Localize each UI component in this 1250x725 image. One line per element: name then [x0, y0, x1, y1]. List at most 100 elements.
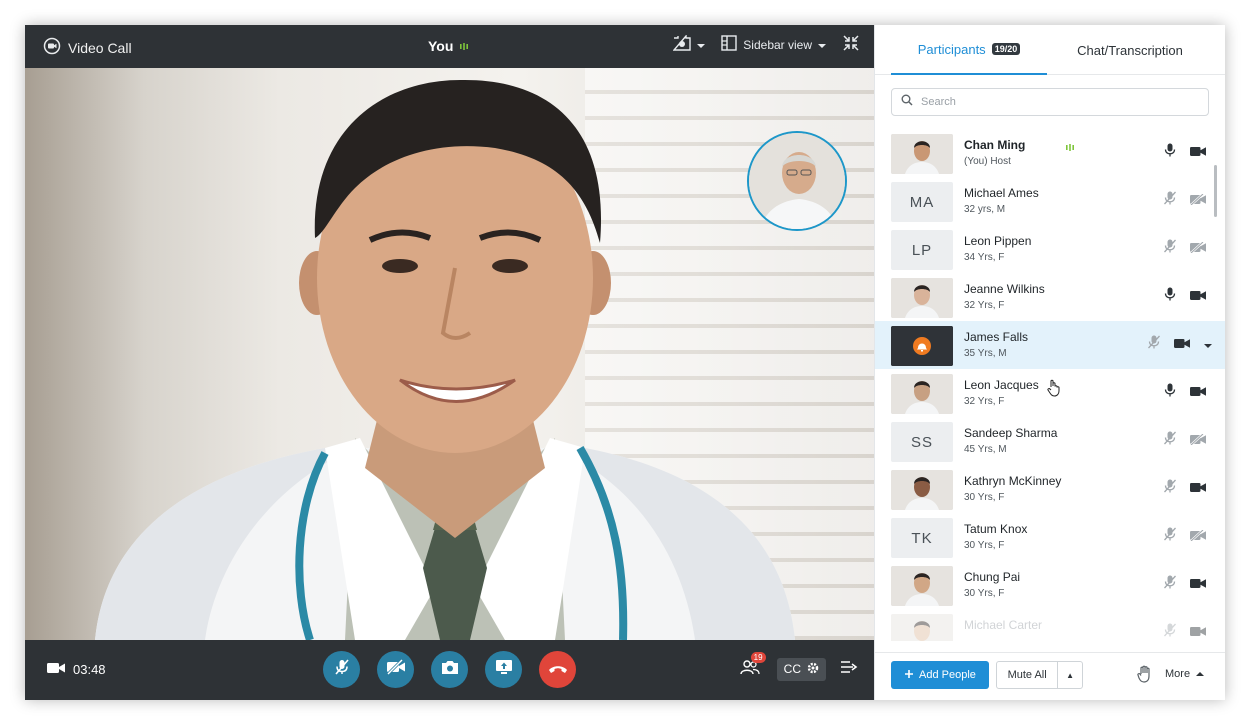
participant-row[interactable]: LP Leon Pippen 34 Yrs, F	[875, 225, 1225, 273]
chevron-down-icon[interactable]	[1204, 336, 1212, 354]
mute-all-button[interactable]: Mute All ▲	[996, 661, 1083, 689]
top-bar: Video Call You Sidebar view	[25, 25, 874, 68]
participant-row[interactable]: MA Michael Ames 32 yrs, M	[875, 177, 1225, 225]
call-extra-actions: 19 CC	[737, 652, 858, 682]
video-icon[interactable]	[1190, 480, 1206, 498]
snapshot-button[interactable]	[672, 34, 706, 54]
mic-off-icon[interactable]	[1164, 239, 1176, 258]
participant-name: Michael Ames	[964, 186, 1039, 200]
participant-media-controls	[1164, 431, 1206, 450]
sidebar-footer: Add People Mute All ▲ More	[875, 652, 1225, 700]
add-people-label: Add People	[919, 669, 976, 681]
switch-camera-button[interactable]	[431, 651, 468, 688]
participant-media-controls	[1148, 335, 1212, 354]
self-view-image	[749, 133, 845, 229]
participant-row[interactable]: SS Sandeep Sharma 45 Yrs, M	[875, 417, 1225, 465]
more-label: More	[1165, 668, 1191, 680]
end-call-button[interactable]	[539, 651, 576, 688]
collapse-button[interactable]	[842, 34, 860, 55]
video-icon[interactable]	[1190, 576, 1206, 594]
avatar-initials: MA	[909, 193, 935, 211]
participant-row[interactable]: James Falls 35 Yrs, M	[875, 321, 1225, 369]
participant-avatar-photo	[891, 566, 953, 606]
participant-info: 45 Yrs, M	[964, 444, 1007, 455]
participant-name: Sandeep Sharma	[964, 426, 1058, 440]
participant-list-scrollbar[interactable]	[1214, 165, 1217, 217]
video-icon[interactable]	[1190, 624, 1206, 642]
participant-row[interactable]: Jeanne Wilkins 32 Yrs, F	[875, 273, 1225, 321]
participant-row[interactable]: Chan Ming (You) Host	[875, 129, 1225, 177]
mic-icon[interactable]	[1164, 287, 1176, 306]
mouse-pointer-icon	[1047, 379, 1061, 402]
participant-row[interactable]: Kathryn McKinney 30 Yrs, F	[875, 465, 1225, 513]
more-button[interactable]: More	[1165, 668, 1205, 680]
participants-button[interactable]: 19	[737, 652, 766, 682]
video-off-icon[interactable]	[1190, 528, 1206, 546]
app-window: Video Call You Sidebar view 03:48 19 CC …	[25, 25, 1225, 700]
mute-all-dropdown-icon[interactable]: ▲	[1058, 671, 1082, 680]
avatar-initials: SS	[910, 433, 933, 451]
video-icon[interactable]	[1174, 336, 1190, 354]
participant-media-controls	[1164, 143, 1206, 162]
participant-media-controls	[1164, 383, 1206, 402]
participant-row[interactable]: Michael Carter	[875, 609, 1225, 641]
video-off-icon	[386, 658, 406, 680]
share-screen-icon	[495, 659, 513, 680]
video-off-icon[interactable]	[1190, 192, 1206, 210]
mic-off-icon[interactable]	[1164, 623, 1176, 641]
mic-off-icon[interactable]	[1164, 575, 1176, 594]
participant-search	[891, 88, 1209, 116]
tab-chat-transcription[interactable]: Chat/Transcription	[1055, 25, 1205, 75]
sidebar-view-button[interactable]: Sidebar view	[721, 35, 826, 54]
layout-icon	[721, 35, 737, 54]
participant-name: Kathryn McKinney	[964, 474, 1062, 488]
end-call-icon	[548, 661, 568, 679]
participant-name: Michael Carter	[964, 618, 1043, 632]
add-people-button[interactable]: Add People	[891, 661, 989, 689]
captions-button[interactable]: CC	[776, 657, 826, 681]
tab-participants[interactable]: Participants 19/20	[891, 25, 1047, 75]
panel-toggle-button[interactable]	[840, 660, 858, 679]
audio-level-icon	[1065, 139, 1075, 157]
avatar-initials: TK	[911, 529, 933, 547]
participant-media-controls	[1164, 287, 1206, 306]
search-input[interactable]	[921, 96, 1191, 108]
call-controls-bar: 03:48 19 CC	[25, 640, 874, 700]
participant-row[interactable]: Chung Pai 30 Yrs, F	[875, 561, 1225, 609]
stop-video-button[interactable]	[377, 651, 414, 688]
mic-off-icon[interactable]	[1164, 191, 1176, 210]
mic-icon[interactable]	[1164, 383, 1176, 402]
participants-count-badge: 19	[750, 652, 766, 663]
participant-info: 30 Yrs, F	[964, 588, 1005, 599]
share-screen-button[interactable]	[485, 651, 522, 688]
raise-hand-icon	[1137, 665, 1153, 687]
mute-mic-button[interactable]	[323, 651, 360, 688]
raise-hand-button[interactable]	[1137, 665, 1153, 688]
participant-avatar-photo	[891, 374, 953, 414]
current-speaker-label: You	[428, 38, 469, 54]
mic-off-icon[interactable]	[1164, 431, 1176, 450]
call-timer-text: 03:48	[73, 662, 106, 677]
video-off-icon[interactable]	[1190, 432, 1206, 450]
video-icon[interactable]	[1190, 384, 1206, 402]
mic-off-icon[interactable]	[1148, 335, 1160, 354]
video-icon[interactable]	[1190, 144, 1206, 162]
mic-icon[interactable]	[1164, 143, 1176, 162]
participant-row[interactable]: TK Tatum Knox 30 Yrs, F	[875, 513, 1225, 561]
participant-info: 32 Yrs, F	[964, 396, 1005, 407]
participant-avatar-photo	[891, 326, 953, 366]
participants-count: 19/20	[991, 43, 1021, 55]
participant-avatar-initials: LP	[891, 230, 953, 270]
participant-info: 34 Yrs, F	[964, 252, 1005, 263]
mic-off-icon[interactable]	[1164, 479, 1176, 498]
participant-media-controls	[1164, 479, 1206, 498]
doctor-video-image	[95, 79, 795, 640]
chevron-down-icon	[697, 38, 706, 52]
participant-avatar-photo	[891, 470, 953, 510]
video-off-icon[interactable]	[1190, 240, 1206, 258]
sidebar-tabs: Participants 19/20 Chat/Transcription	[875, 25, 1225, 75]
video-icon[interactable]	[1190, 288, 1206, 306]
participant-avatar-photo	[891, 134, 953, 174]
mic-off-icon[interactable]	[1164, 527, 1176, 546]
self-view-thumbnail[interactable]	[747, 131, 847, 231]
